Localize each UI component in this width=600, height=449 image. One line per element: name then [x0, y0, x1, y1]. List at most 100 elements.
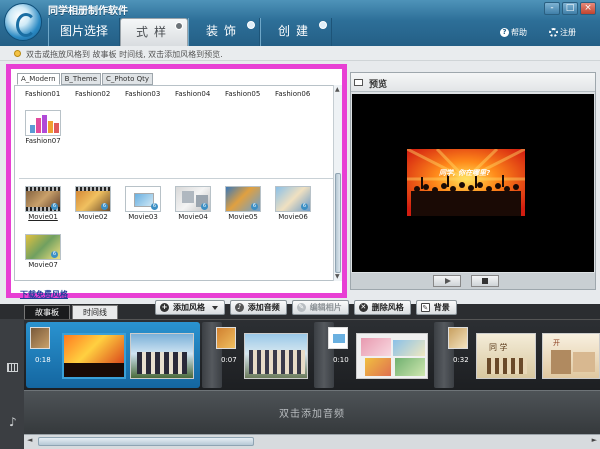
app-logo-icon [4, 3, 42, 41]
storyboard-clip-2[interactable]: 0:07 [212, 322, 312, 388]
style-item-fashion02[interactable]: Fashion02 [75, 90, 110, 98]
storyboard-toolbar: + 添加风格 ♪ 添加音频 ✎ 编辑相片 ✕ 删除风格 ✎ 背景 [155, 300, 457, 315]
tab-create[interactable]: 创建 [260, 18, 332, 46]
play-button[interactable] [433, 275, 461, 287]
tab-b-theme[interactable]: B_Theme [60, 73, 102, 85]
film-strip-icon [7, 363, 18, 372]
clip-2-duration: 0:07 [221, 356, 237, 364]
scroll-thumb[interactable] [335, 173, 341, 273]
movie01-label: Movie01 [28, 213, 58, 221]
style-item-fashion01[interactable]: Fashion01 [25, 90, 60, 98]
info-icon [14, 50, 21, 57]
movie04-thumbnail: 6 [175, 186, 211, 212]
style-item-movie03[interactable]: 6 Movie03 [119, 186, 167, 221]
style-grid: Fashion01 Fashion02 Fashion03 Fashion04 … [14, 85, 336, 281]
register-link[interactable]: 注册 [549, 27, 576, 38]
music-note-icon: ♪ [9, 415, 17, 429]
add-style-icon: + [160, 303, 169, 312]
add-music-button[interactable]: ♪ 添加音频 [229, 300, 287, 315]
add-music-label: 添加音频 [247, 303, 280, 312]
style-item-movie04[interactable]: 6 Movie04 [169, 186, 217, 221]
music-track[interactable]: 双击添加音频 [24, 390, 600, 434]
help-link[interactable]: ? 帮助 [500, 27, 527, 38]
clip-2-style-icon [216, 327, 236, 349]
tab-style-indicator-icon [175, 22, 183, 30]
scroll-down-icon[interactable]: ▼ [335, 273, 340, 280]
tab-storyboard[interactable]: 故事板 [24, 305, 70, 319]
chevron-down-icon[interactable] [211, 305, 218, 310]
info-bar: 双击或拖放风格到 故事板 时间线, 双击添加风格到预览. [0, 46, 600, 61]
preview-controls [351, 273, 595, 289]
add-style-button[interactable]: + 添加风格 [155, 300, 225, 315]
timeline-scrollbar[interactable]: ◄ ► [24, 434, 600, 449]
storyboard-clip-3[interactable]: 0:10 [324, 322, 432, 388]
scroll-left-icon[interactable]: ◄ [27, 436, 32, 444]
clip-3-photo[interactable] [356, 333, 428, 379]
edit-icon: ✎ [296, 303, 306, 312]
movie03-thumbnail: 6 [125, 186, 161, 212]
style-item-movie06[interactable]: 6 Movie06 [269, 186, 317, 221]
movie06-thumbnail: 6 [275, 186, 311, 212]
storyboard-clip-1[interactable]: 0:18 [26, 322, 200, 388]
tab-a-modern[interactable]: A_Modern [17, 73, 60, 85]
style-item-movie02[interactable]: 6 Movie02 [69, 186, 117, 221]
tab-decoration-label: 装饰 [205, 24, 242, 38]
movie07-thumbnail: 6 [25, 234, 61, 260]
app-title: 同学相册制作软件 [48, 6, 128, 17]
storyboard-clip-4[interactable]: 0:32 同 学 开 [444, 322, 600, 388]
style-item-fashion06[interactable]: Fashion06 [275, 90, 310, 98]
preview-panel: 预览 同学, 你在哪里? [350, 72, 596, 290]
clip-1-duration: 0:18 [35, 356, 51, 364]
movie01-thumbnail: 6 [25, 186, 61, 212]
tab-timeline[interactable]: 时间线 [72, 305, 118, 319]
movie03-label: Movie03 [128, 213, 158, 221]
clip-4-photo-1[interactable]: 同 学 [476, 333, 536, 379]
storyboard-strip: 0:18 0:07 0:10 0:32 同 学 开 [24, 319, 600, 390]
edit-photo-label: 编辑相片 [309, 303, 342, 312]
help-label: 帮助 [511, 28, 527, 37]
style-item-movie07[interactable]: 6 Movie07 [19, 234, 67, 269]
clip-1-photo-1[interactable] [62, 333, 126, 379]
preview-screen: 同学, 你在哪里? [352, 94, 594, 272]
preview-title: 预览 [369, 80, 388, 90]
style-item-fashion04[interactable]: Fashion04 [175, 90, 210, 98]
background-button[interactable]: ✎ 背景 [415, 300, 457, 315]
stop-button[interactable] [471, 275, 499, 287]
style-item-movie01[interactable]: 6 Movie01 [19, 186, 67, 221]
clip-4-photo-2[interactable]: 开 [542, 333, 600, 379]
background-icon: ✎ [420, 303, 430, 312]
background-label: 背景 [433, 303, 450, 312]
delete-icon: ✕ [358, 303, 368, 312]
register-label: 注册 [560, 28, 576, 37]
add-style-label: 添加风格 [173, 303, 205, 312]
close-button[interactable]: × [580, 2, 596, 15]
tab-style-label: 式样 [135, 25, 172, 39]
movie05-label: Movie05 [228, 213, 258, 221]
maximize-button[interactable]: □ [562, 2, 578, 15]
preview-artwork [407, 149, 525, 216]
style-item-fashion03[interactable]: Fashion03 [125, 90, 160, 98]
tab-c-photo-qty[interactable]: C_Photo Qty [102, 73, 153, 85]
tab-photo-select[interactable]: 图片选择 [48, 18, 120, 46]
timeline-scroll-thumb[interactable] [38, 437, 254, 446]
clip-1-photo-2[interactable] [130, 333, 194, 379]
main-tabs: 图片选择 式样 装饰 创建 [48, 18, 332, 46]
tab-decoration[interactable]: 装饰 [188, 18, 260, 46]
style-item-fashion07[interactable]: Fashion07 [19, 110, 67, 145]
help-icon: ? [500, 28, 509, 37]
delete-style-button[interactable]: ✕ 删除风格 [353, 300, 411, 315]
title-bar: 同学相册制作软件 - □ × 图片选择 式样 装饰 创建 ? 帮助 注册 [0, 0, 600, 46]
clip-2-photo[interactable] [244, 333, 308, 379]
scroll-up-icon[interactable]: ▲ [335, 86, 340, 93]
style-grid-scrollbar[interactable]: ▲ ▼ [333, 85, 342, 281]
edit-photo-button[interactable]: ✎ 编辑相片 [291, 300, 349, 315]
fashion07-thumbnail [25, 110, 61, 136]
fashion07-label: Fashion07 [25, 137, 61, 145]
scroll-right-icon[interactable]: ► [592, 436, 597, 444]
style-item-movie05[interactable]: 6 Movie05 [219, 186, 267, 221]
tab-style[interactable]: 式样 [120, 18, 188, 46]
download-free-styles-link[interactable]: 下载免费风格 [20, 289, 68, 300]
minimize-button[interactable]: - [544, 2, 560, 15]
tab-create-indicator-icon [319, 21, 327, 29]
style-item-fashion05[interactable]: Fashion05 [225, 90, 260, 98]
